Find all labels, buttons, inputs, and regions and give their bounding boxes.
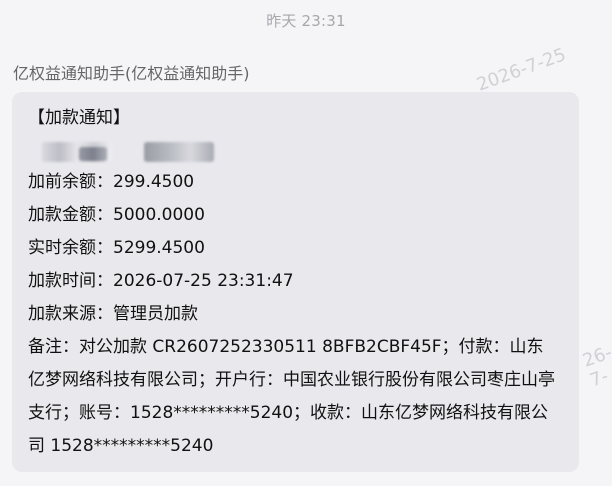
- field-label: 加前余额: [28, 172, 96, 192]
- notification-heading: 【加款通知】: [28, 108, 130, 128]
- field-separator: ：: [96, 271, 113, 291]
- redacted-block: [144, 142, 214, 162]
- field-value: 2026-07-25 23:31:47: [113, 271, 294, 291]
- field-value: 5299.4500: [113, 238, 205, 258]
- chat-window: 昨天 23:31 亿权益通知助手(亿权益通知助手) 2026-7-25 26-7…: [0, 0, 612, 486]
- field-row-amount: 加款金额：5000.0000: [28, 199, 569, 232]
- field-row-current-balance: 实时余额：5299.4500: [28, 232, 569, 265]
- field-separator: ：: [96, 205, 113, 225]
- field-row-before-balance: 加前余额：299.4500: [28, 166, 569, 199]
- field-separator: ：: [96, 238, 113, 258]
- date-watermark: 2026-7-25: [474, 44, 569, 96]
- redacted-block: [79, 147, 107, 161]
- redacted-name-area: [34, 134, 569, 166]
- sender-name: 亿权益通知助手(亿权益通知助手): [13, 64, 250, 83]
- field-label: 加款金额: [28, 205, 96, 225]
- message-bubble[interactable]: 【加款通知】 加前余额：299.4500 加款金额：5000.0000 实时余额…: [12, 92, 579, 472]
- field-label: 加款时间: [28, 271, 96, 291]
- memo-text: 备注：对公加款 CR2607252330511 8BFB2CBF45F；付款：山…: [28, 337, 555, 456]
- message-timestamp: 昨天 23:31: [266, 12, 346, 30]
- field-label: 实时余额: [28, 238, 96, 258]
- field-value: 5000.0000: [113, 205, 205, 225]
- field-separator: ：: [96, 304, 113, 324]
- field-value: 299.4500: [113, 172, 195, 192]
- field-label: 加款来源: [28, 304, 96, 324]
- date-watermark-fragment: 26-7-: [580, 341, 612, 392]
- field-row-source: 加款来源：管理员加款: [28, 298, 569, 331]
- field-value: 管理员加款: [113, 304, 198, 324]
- field-row-time: 加款时间：2026-07-25 23:31:47: [28, 265, 569, 298]
- field-separator: ：: [96, 172, 113, 192]
